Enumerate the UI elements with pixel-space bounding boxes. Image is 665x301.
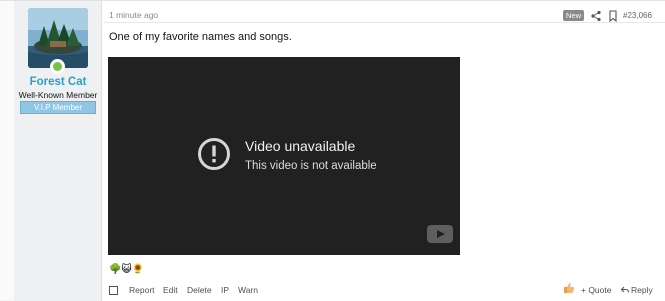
user-info-panel: Forest Cat Well-Known Member V.I.P Membe… [14, 1, 102, 301]
bookmark-icon[interactable] [608, 10, 618, 22]
tree-emoji-icon: 🌳 [109, 264, 122, 275]
post-container: Forest Cat Well-Known Member V.I.P Membe… [0, 0, 665, 301]
post-timestamp[interactable]: 1 minute ago [109, 10, 158, 20]
reaction-emojis[interactable]: 🌳😺🌻 [109, 263, 144, 276]
new-badge: New [563, 10, 585, 21]
sunflower-emoji-icon: 🌻 [131, 264, 145, 275]
online-status-icon [50, 59, 65, 74]
user-title: Well-Known Member [18, 90, 98, 100]
reply-button[interactable]: Reply [631, 285, 653, 295]
quote-button[interactable]: + Quote [581, 285, 611, 295]
share-icon[interactable] [590, 10, 602, 22]
post-message: One of my favorite names and songs. [109, 31, 292, 43]
user-banner: V.I.P Member [20, 101, 96, 114]
post-main: 1 minute ago New #23,066 One of my favor… [103, 1, 665, 301]
youtube-icon[interactable] [427, 225, 453, 243]
delete-link[interactable]: Delete [187, 285, 212, 295]
error-icon [198, 138, 230, 170]
cat-emoji-icon: 😺 [121, 264, 132, 275]
report-link[interactable]: Report [129, 285, 155, 295]
post-header: 1 minute ago New #23,066 [103, 1, 665, 23]
ip-link[interactable]: IP [221, 285, 229, 295]
video-subtitle: This video is not available [245, 160, 377, 172]
edit-link[interactable]: Edit [163, 285, 178, 295]
video-title: Video unavailable [245, 138, 356, 154]
username[interactable]: Forest Cat [14, 76, 102, 88]
select-checkbox[interactable] [109, 286, 118, 295]
like-icon[interactable] [563, 282, 575, 294]
reply-icon[interactable] [621, 286, 629, 294]
warn-link[interactable]: Warn [238, 285, 258, 295]
post-actions: Report Edit Delete IP Warn + Quote Reply [103, 280, 665, 301]
video-embed[interactable]: Video unavailable This video is not avai… [108, 57, 460, 255]
post-number[interactable]: #23,066 [623, 11, 652, 20]
